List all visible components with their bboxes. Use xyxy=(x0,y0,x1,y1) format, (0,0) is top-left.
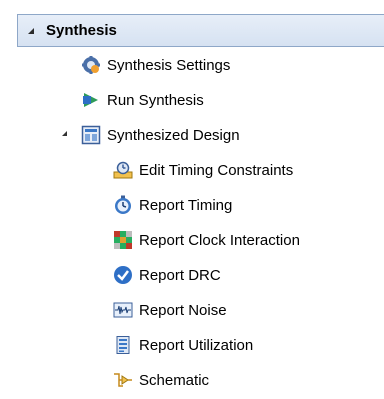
drc-check-icon xyxy=(113,265,133,285)
run-play-icon xyxy=(81,90,101,110)
item-label: Report Utilization xyxy=(139,336,254,354)
report-timing-item[interactable]: Report Timing xyxy=(113,192,232,218)
section-title: Synthesis xyxy=(46,22,117,39)
schematic-item[interactable]: Schematic xyxy=(113,367,209,393)
collapse-arrow-icon[interactable] xyxy=(28,27,34,34)
stopwatch-icon xyxy=(113,195,133,215)
item-label: Report Timing xyxy=(139,196,233,214)
item-label: Report Noise xyxy=(139,301,227,319)
flow-navigator-panel: Synthesis Synthesis Settings Run Synthes… xyxy=(0,0,384,399)
gear-settings-icon xyxy=(81,55,101,75)
report-noise-item[interactable]: Report Noise xyxy=(113,297,227,323)
synthesized-design-item[interactable]: Synthesized Design xyxy=(81,122,240,148)
synthesis-section-header[interactable]: Synthesis xyxy=(17,14,384,47)
expand-arrow-icon[interactable] xyxy=(62,131,67,136)
item-label: Report Clock Interaction xyxy=(139,231,300,249)
item-label: Report DRC xyxy=(139,266,221,284)
run-synthesis-item[interactable]: Run Synthesis xyxy=(81,87,204,113)
item-label: Edit Timing Constraints xyxy=(139,161,294,179)
report-clock-interaction-item[interactable]: Report Clock Interaction xyxy=(113,227,300,253)
item-label: Synthesized Design xyxy=(107,126,240,144)
design-window-icon xyxy=(81,125,101,145)
synthesis-settings-item[interactable]: Synthesis Settings xyxy=(81,52,230,78)
item-label: Synthesis Settings xyxy=(107,56,231,74)
schematic-icon xyxy=(113,370,133,390)
report-utilization-item[interactable]: Report Utilization xyxy=(113,332,253,358)
edit-timing-constraints-item[interactable]: Edit Timing Constraints xyxy=(113,157,293,183)
clock-interaction-grid-icon xyxy=(113,230,133,250)
timing-constraints-icon xyxy=(113,160,133,180)
item-label: Run Synthesis xyxy=(107,91,204,109)
noise-waveform-icon xyxy=(113,300,133,320)
report-drc-item[interactable]: Report DRC xyxy=(113,262,221,288)
utilization-chip-icon xyxy=(113,335,133,355)
item-label: Schematic xyxy=(139,371,210,389)
